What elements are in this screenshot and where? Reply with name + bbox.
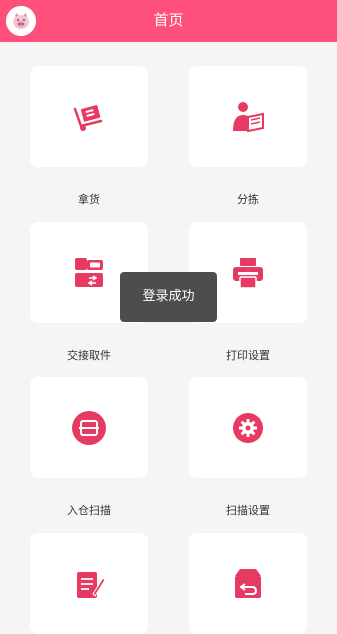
tile-label: 交接取件 (67, 349, 111, 362)
tile-label: 打印设置 (226, 349, 270, 362)
person-reading-icon (233, 102, 264, 133)
tile-inbound-scan[interactable] (30, 377, 148, 478)
tile-sort[interactable] (189, 66, 307, 167)
header-bar: 首页 (0, 0, 337, 42)
tile-label: 拿货 (78, 193, 100, 206)
return-box-icon (235, 569, 261, 598)
notes-icon (77, 572, 106, 598)
page-title: 首页 (153, 11, 184, 29)
tile-notes[interactable] (30, 533, 148, 634)
tile-pickup[interactable] (30, 66, 148, 167)
scan-icon (72, 411, 106, 445)
login-success-toast: 登录成功 (120, 272, 217, 322)
exchange-icon (75, 258, 103, 287)
tile-label: 入仓扫描 (67, 504, 111, 517)
hand-truck-icon (73, 105, 103, 131)
printer-icon (233, 258, 263, 289)
gear-icon (233, 413, 263, 443)
tile-scan-settings[interactable] (189, 377, 307, 478)
tile-return[interactable] (189, 533, 307, 634)
tile-label: 分拣 (237, 193, 259, 206)
tile-label: 扫描设置 (226, 504, 270, 517)
